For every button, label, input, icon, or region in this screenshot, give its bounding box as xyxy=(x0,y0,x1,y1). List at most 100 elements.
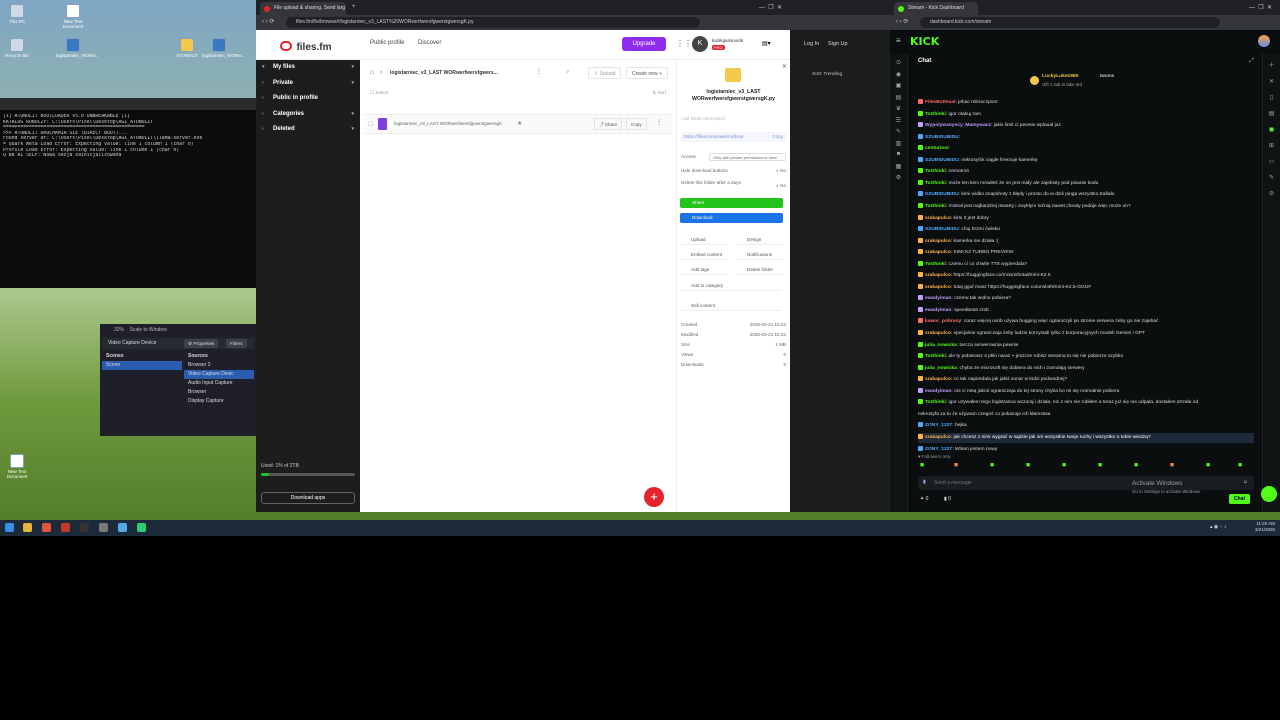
chat-message[interactable]: ToOhinki: mistral jest najbardziej otwar… xyxy=(918,202,1254,212)
create-new-button[interactable]: Create new + xyxy=(626,67,668,79)
action-add-tags[interactable]: Add tags xyxy=(681,264,727,275)
new-tab-icon[interactable]: + xyxy=(352,4,356,10)
emote-icon[interactable]: ◼ xyxy=(954,462,958,468)
chat-username[interactable]: julia_nowicka xyxy=(925,343,957,348)
filesfm-logo[interactable]: files.fm xyxy=(280,37,331,55)
go-live-icon[interactable] xyxy=(1261,486,1277,502)
chat-message[interactable]: ToOhinki: ale ty pobierasz 4 pliki naraz… xyxy=(918,352,1254,362)
windows-start-icon[interactable] xyxy=(5,523,14,532)
brave-browser-icon[interactable] xyxy=(42,523,51,532)
obs-scale-mode[interactable]: Scale to Window xyxy=(130,327,167,333)
chat-message[interactable]: SZUBIDUBIDU: xyxy=(918,133,1254,143)
upload-button[interactable]: ⇪ Upload xyxy=(588,67,622,79)
chat-username[interactable]: srakapulco xyxy=(925,285,951,290)
app-icon[interactable] xyxy=(61,523,70,532)
file-name[interactable]: logistarniec_v3_LAST WORwerfwersfgwerstg… xyxy=(394,121,504,126)
folder-path[interactable]: logistarniec_v3_LAST WORwerfwersfgwers..… xyxy=(390,70,540,76)
system-tray-icons[interactable]: ▴ ◉ ◌ ♪ xyxy=(1210,524,1227,530)
app-icon[interactable] xyxy=(137,523,146,532)
dashboard-icon[interactable]: ⊙ xyxy=(890,58,907,70)
share-row-button[interactable]: ⤴ Share xyxy=(594,118,623,130)
chat-username[interactable]: kawor_pobrany xyxy=(925,319,961,324)
obs-window[interactable]: 32% Scale to Window Video Capture Device… xyxy=(100,324,256,436)
chat-username[interactable]: SZUBIDUBIDU xyxy=(925,135,959,140)
share-link-field[interactable]: https://files.fm/u/xw84nrdhwa Copy xyxy=(681,132,786,142)
chat-username[interactable]: srakapulco xyxy=(925,435,951,440)
signup-link[interactable]: Sign Up xyxy=(828,41,848,47)
chat-message[interactable]: ewadyiman: czemu tak wolno pobiera? xyxy=(918,294,1254,304)
chat-username[interactable]: srakapulco xyxy=(925,216,951,221)
chat-username[interactable]: Wypolywanyscy_Mamywacz xyxy=(925,123,991,128)
chat-message[interactable]: srakapulco: specjalnie ograniczaja żeby … xyxy=(918,329,1254,339)
chat-message[interactable]: srakapulco: KIMI K2 TURBO PREVIEW xyxy=(918,248,1254,258)
obs-source-item[interactable]: Browser 2 xyxy=(184,361,254,370)
sort-dropdown[interactable]: Sort: Trending xyxy=(812,72,842,77)
gear-icon[interactable]: ⚙ xyxy=(890,173,907,185)
file-row[interactable]: ☐ logistarniec_v3_LAST WORwerfwersfgwers… xyxy=(364,114,672,134)
chat-message[interactable]: ZONY_1337: Witam jestem nowy xyxy=(918,445,1254,455)
action-notifications[interactable]: Notifications xyxy=(737,249,783,260)
delete-after-toggle[interactable]: ◐ No xyxy=(776,183,786,188)
emote-icon[interactable]: ◼ xyxy=(1206,462,1210,468)
emote-icon[interactable]: ◼ xyxy=(920,462,924,468)
search-icon[interactable]: ⌕ xyxy=(566,69,569,76)
list-icon[interactable]: ☰ xyxy=(890,116,907,128)
upgrade-button[interactable]: Upgrade xyxy=(622,37,666,51)
download-apps-button[interactable]: Download apps xyxy=(261,492,355,504)
chat-message[interactable]: ewadyiman: oni ci netą jakoś ograniczaja… xyxy=(918,387,1254,397)
trophy-icon[interactable]: ♛ xyxy=(890,104,907,116)
chat-username[interactable]: SZUBIDUBIDU xyxy=(925,192,959,197)
apps-grid-icon[interactable]: ⋮⋮ xyxy=(676,39,692,48)
desktop-icon-text-doc-2[interactable]: New Text Document xyxy=(0,454,34,479)
mod-icon[interactable]: ✕ xyxy=(1263,74,1280,90)
language-flag-icon[interactable]: ▤▾ xyxy=(762,40,771,47)
chat-message[interactable]: SZUBIDUBIDU: kimi widko snapshoty z błęd… xyxy=(918,190,1254,200)
star-icon[interactable]: ★ xyxy=(517,120,522,127)
add-widget-icon[interactable]: ＋ xyxy=(1263,58,1280,74)
more-options-icon[interactable]: ⋮ xyxy=(656,119,662,126)
chat-message[interactable]: ewadyiman: speedtesta zrob xyxy=(918,306,1254,316)
desktop-icon-atonolit[interactable]: ATONOLIT xyxy=(170,38,204,58)
chat-message[interactable]: srakapulco: kamerka nie działa :( xyxy=(918,237,1254,247)
chat-username[interactable]: ToOhinki xyxy=(925,169,946,174)
chat-message[interactable]: ToOhinki: igor otakuj ram xyxy=(918,110,1254,120)
chat-username[interactable]: ToOhinki xyxy=(925,400,946,405)
chat-username[interactable]: srakapulco xyxy=(925,239,951,244)
obs-scene-item[interactable]: Scene xyxy=(102,361,182,370)
wrench-icon[interactable]: ✎ xyxy=(1263,170,1280,186)
user-icon[interactable]: ◉ xyxy=(890,70,907,82)
chat-message[interactable]: srakapulco: https://huggingface.co/moons… xyxy=(918,271,1254,281)
obs-properties-button[interactable]: ⚙ Properties xyxy=(184,339,219,348)
chat-message[interactable]: centurioni: xyxy=(918,144,1254,154)
chat-username[interactable]: srakapulco xyxy=(925,331,951,336)
chat-message[interactable]: ToOhinki: czemu ci co chwile TTS wypierd… xyxy=(918,260,1254,270)
emote-icon[interactable]: ◼ xyxy=(990,462,994,468)
emote-icon[interactable]: ◼ xyxy=(1134,462,1138,468)
tab-kick-dashboard[interactable]: Stream - Kick Dashboard xyxy=(894,2,978,15)
back-forward-icon[interactable]: ‹ › ⟳ xyxy=(896,18,908,25)
chat-username[interactable]: srakapulco xyxy=(925,377,951,382)
wrench-icon[interactable]: ✎ xyxy=(890,127,907,139)
kick-logo[interactable]: KICK xyxy=(910,35,939,48)
share-button[interactable]: Share xyxy=(680,198,783,208)
fab-add-button[interactable]: + xyxy=(644,487,664,507)
action-upload[interactable]: Upload xyxy=(681,234,727,245)
chat-message[interactable]: FilesBottesal: jebac mikroczpont xyxy=(918,98,1254,108)
tab-filesfm[interactable]: File upload & sharing. Send larg xyxy=(260,2,346,15)
obs-source-item[interactable]: Display Capture xyxy=(184,397,254,406)
apps-icon[interactable]: ⊞ xyxy=(1263,138,1280,154)
chat-message[interactable]: julia_nowicka: chyba ze microsoft się do… xyxy=(918,364,1254,374)
chat-username[interactable]: ToOhinki xyxy=(925,181,946,186)
mic-icon[interactable]: ▮ xyxy=(923,479,926,485)
row-checkbox[interactable]: ☐ xyxy=(368,121,373,128)
sidebar-item-deleted[interactable]: › Deleted ▾ xyxy=(256,122,360,138)
obs-source-item[interactable]: Browser xyxy=(184,388,254,397)
emote-icon[interactable]: ◼ xyxy=(1026,462,1030,468)
chat-username[interactable]: FilesBottesal xyxy=(925,100,955,105)
chat-username[interactable]: julia_nowicka xyxy=(925,366,957,371)
chat-send-button[interactable]: Chat xyxy=(1228,494,1250,504)
app-icon[interactable] xyxy=(99,523,108,532)
chat-message[interactable]: SZUBIDUBIDU: chuj brzmi ćwieko xyxy=(918,225,1254,235)
chat-username[interactable]: centurioni xyxy=(925,146,949,151)
window-controls-icon[interactable]: — ❐ ✕ xyxy=(759,4,782,11)
